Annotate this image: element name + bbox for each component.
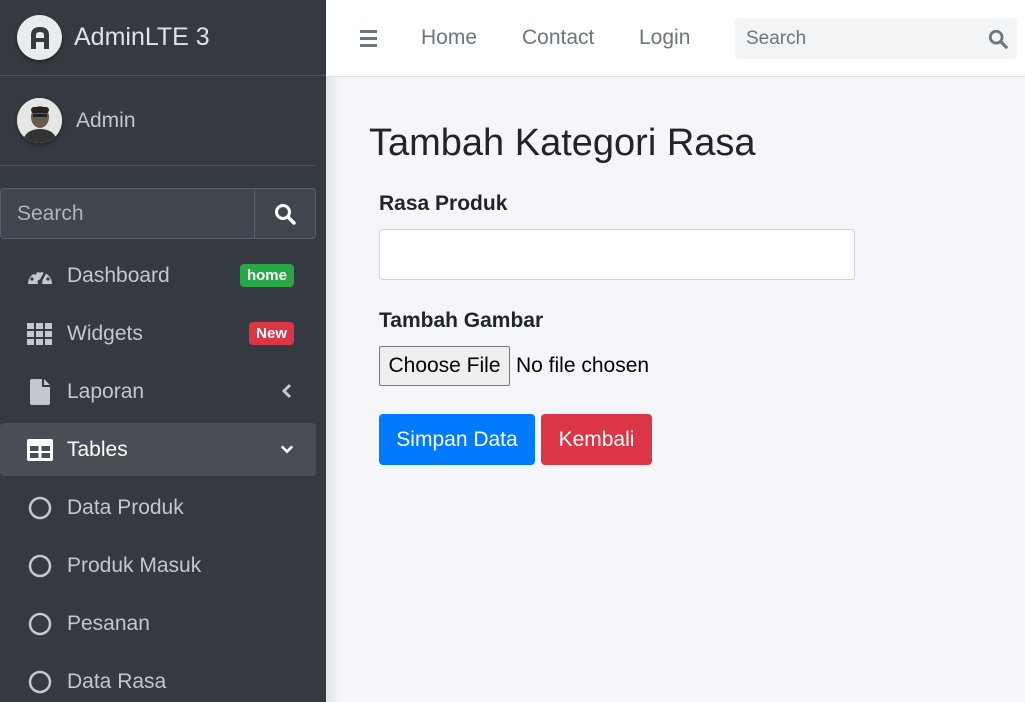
user-name[interactable]: Admin (76, 109, 136, 133)
navbar-search-input[interactable]: Search (746, 28, 979, 50)
sidebar-item-widgets[interactable]: Widgets New (0, 307, 316, 360)
sidebar-item-label: Produk Masuk (67, 553, 202, 577)
nav-link-login[interactable]: Login (639, 26, 690, 50)
main-sidebar: AdminLTE 3 Admin Search Dashboard home W… (0, 0, 326, 702)
top-navbar: Home Contact Login Search (326, 0, 1025, 77)
menu-toggle-button[interactable] (358, 28, 380, 48)
sidebar-item-label: Pesanan (67, 611, 150, 635)
circle-icon (25, 668, 55, 696)
home-badge: home (239, 264, 294, 287)
tambah-gambar-label: Tambah Gambar (379, 309, 544, 332)
sidebar-item-laporan[interactable]: Laporan (0, 365, 316, 418)
sidebar-item-data-produk[interactable]: Data Produk (0, 481, 316, 534)
circle-icon (25, 494, 55, 522)
file-status-text: No file chosen (516, 354, 650, 377)
search-icon (275, 203, 296, 225)
grid-icon (25, 320, 55, 348)
nav-link-contact[interactable]: Contact (522, 26, 594, 50)
circle-icon (25, 552, 55, 580)
choose-file-button[interactable]: Choose File (379, 346, 510, 386)
sidebar-item-label: Tables (67, 437, 128, 461)
simpan-data-button[interactable]: Simpan Data (379, 414, 535, 465)
sidebar-item-produk-masuk[interactable]: Produk Masuk (0, 539, 316, 592)
hamburger-icon (360, 30, 377, 47)
sidebar-shadow (326, 77, 340, 702)
sidebar-item-label: Dashboard (67, 263, 170, 287)
sidebar-item-tables[interactable]: Tables (0, 423, 316, 476)
sidebar-nav: Dashboard home Widgets New Laporan Table… (0, 249, 316, 702)
kembali-button[interactable]: Kembali (541, 414, 652, 465)
navbar-search-button[interactable] (979, 18, 1017, 59)
user-avatar (17, 98, 62, 143)
chevron-left-icon (280, 381, 294, 401)
file-icon (25, 378, 55, 406)
sidebar-item-label: Data Rasa (67, 669, 167, 693)
sidebar-search-input[interactable]: Search (1, 189, 254, 238)
sidebar-item-label: Laporan (67, 379, 145, 403)
sidebar-item-data-rasa[interactable]: Data Rasa (0, 655, 316, 702)
nav-link-home[interactable]: Home (421, 26, 477, 50)
sidebar-search-button[interactable] (254, 189, 315, 238)
rasa-produk-label: Rasa Produk (379, 192, 508, 215)
rasa-produk-input[interactable] (379, 229, 855, 280)
sidebar-item-dashboard[interactable]: Dashboard home (0, 249, 316, 302)
user-panel[interactable]: Admin (0, 76, 316, 166)
search-icon (988, 29, 1008, 49)
sidebar-item-label: Data Produk (67, 495, 184, 519)
page-title: Tambah Kategori Rasa (369, 122, 756, 164)
table-icon (25, 436, 55, 464)
sidebar-item-label: Widgets (67, 321, 143, 345)
chevron-down-icon (280, 439, 294, 459)
circle-icon (25, 610, 55, 638)
navbar-search: Search (735, 18, 1017, 59)
brand-title: AdminLTE 3 (74, 23, 210, 51)
adminlte-logo-icon (17, 15, 62, 60)
brand-link[interactable]: AdminLTE 3 (0, 0, 326, 76)
tachometer-icon (25, 262, 55, 290)
new-badge: New (249, 322, 294, 345)
sidebar-search: Search (0, 188, 316, 239)
sidebar-item-pesanan[interactable]: Pesanan (0, 597, 316, 650)
